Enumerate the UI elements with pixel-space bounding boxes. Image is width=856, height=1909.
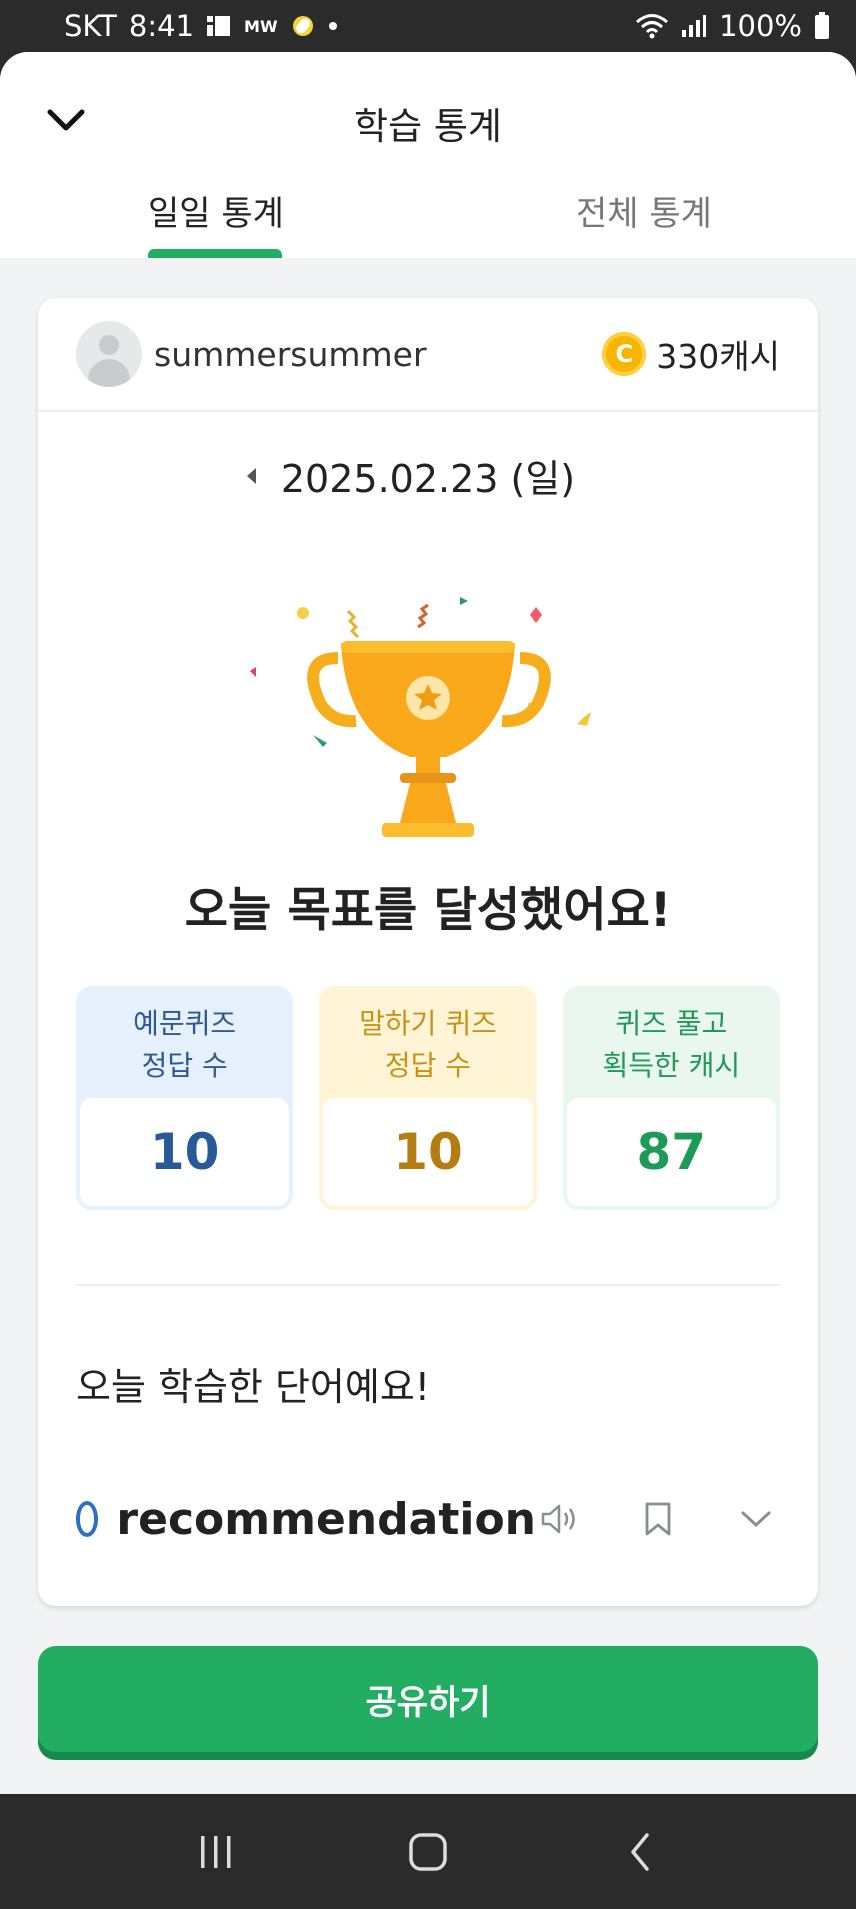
date-selector: 2025.02.23 (일) [38, 448, 818, 503]
status-bar: SKT 8:41 MW 100% [0, 0, 856, 52]
stats-row: 예문퀴즈 정답 수 10 말하기 퀴즈 정답 수 10 퀴즈 풀고 획득한 캐시 87 [38, 986, 818, 1210]
stat-value: 10 [80, 1098, 290, 1206]
stat-example-quiz: 예문퀴즈 정답 수 10 [76, 986, 294, 1210]
stat-value: 87 [566, 1098, 776, 1206]
user-info: summersummer [76, 321, 427, 387]
caret-left-icon [246, 467, 256, 484]
notification-icon [206, 14, 232, 38]
word-actions [536, 1495, 780, 1543]
tab-total-stats[interactable]: 전체 통계 [428, 168, 856, 258]
stat-label: 퀴즈 풀고 획득한 캐시 [602, 1007, 741, 1082]
words-title: 오늘 학습한 단어예요! [76, 1365, 431, 1409]
battery-percent: 100% [719, 9, 802, 43]
status-circle-icon [76, 1501, 99, 1537]
bookmark-icon [645, 1502, 671, 1536]
tab-indicator [148, 249, 282, 258]
page-title: 학습 통계 [354, 105, 502, 148]
tab-label: 전체 통계 [576, 194, 712, 234]
stat-quiz-cash: 퀴즈 풀고 획득한 캐시 87 [562, 986, 780, 1210]
tab-label: 일일 통계 [148, 194, 284, 234]
stat-value: 10 [323, 1098, 533, 1206]
dot-icon [328, 21, 338, 31]
share-button[interactable]: 공유하기 [38, 1646, 818, 1752]
signal-icon [681, 14, 707, 38]
coin-icon: C [602, 332, 647, 376]
word-text: recommendation [116, 1493, 536, 1545]
bookmark-button[interactable] [634, 1495, 682, 1543]
battery-icon [814, 12, 830, 40]
speaker-button[interactable] [536, 1495, 584, 1543]
expand-icon [741, 1511, 771, 1527]
profile-row: summersummer C 330캐시 [38, 298, 818, 412]
mw-icon: MW [244, 16, 278, 36]
tab-bar: 일일 통계 전체 통계 [0, 168, 856, 258]
stat-label: 예문퀴즈 정답 수 [133, 1007, 237, 1082]
app-screen: 학습 통계 일일 통계 전체 통계 summersummer C 330캐시 2… [0, 52, 856, 1794]
system-nav-bar [0, 1794, 856, 1909]
stat-label: 말하기 퀴즈 정답 수 [359, 1007, 497, 1082]
goal-message: 오늘 목표를 달성했어요! [184, 883, 672, 938]
divider [76, 1284, 780, 1286]
tab-daily-stats[interactable]: 일일 통계 [0, 168, 428, 258]
home-button[interactable] [398, 1822, 458, 1882]
header: 학습 통계 일일 통계 전체 통계 [0, 52, 856, 258]
speaker-icon [541, 1504, 575, 1534]
cash-amount: 330캐시 [656, 337, 780, 376]
stats-card: summersummer C 330캐시 2025.02.23 (일) 오늘 목… [38, 298, 818, 1606]
username: summersummer [154, 334, 427, 374]
expand-button[interactable] [732, 1495, 780, 1543]
avatar [76, 321, 142, 387]
trophy-illustration [38, 533, 818, 863]
back-icon [631, 1832, 649, 1871]
stat-speaking-quiz: 말하기 퀴즈 정답 수 10 [319, 986, 537, 1210]
wifi-icon [635, 12, 669, 40]
clock: 8:41 [128, 9, 195, 43]
recent-apps-icon [201, 1835, 231, 1868]
previous-date-button[interactable] [241, 466, 261, 486]
back-button[interactable] [610, 1822, 670, 1882]
trophy-icon [250, 597, 591, 837]
home-icon [409, 1832, 447, 1871]
date-label: 2025.02.23 (일) [280, 457, 576, 501]
carrier: SKT [64, 9, 117, 43]
app-icon [290, 13, 316, 39]
word-item[interactable]: recommendation [38, 1489, 818, 1549]
recent-apps-button[interactable] [186, 1822, 246, 1882]
cash-balance: C 330캐시 [602, 330, 780, 378]
